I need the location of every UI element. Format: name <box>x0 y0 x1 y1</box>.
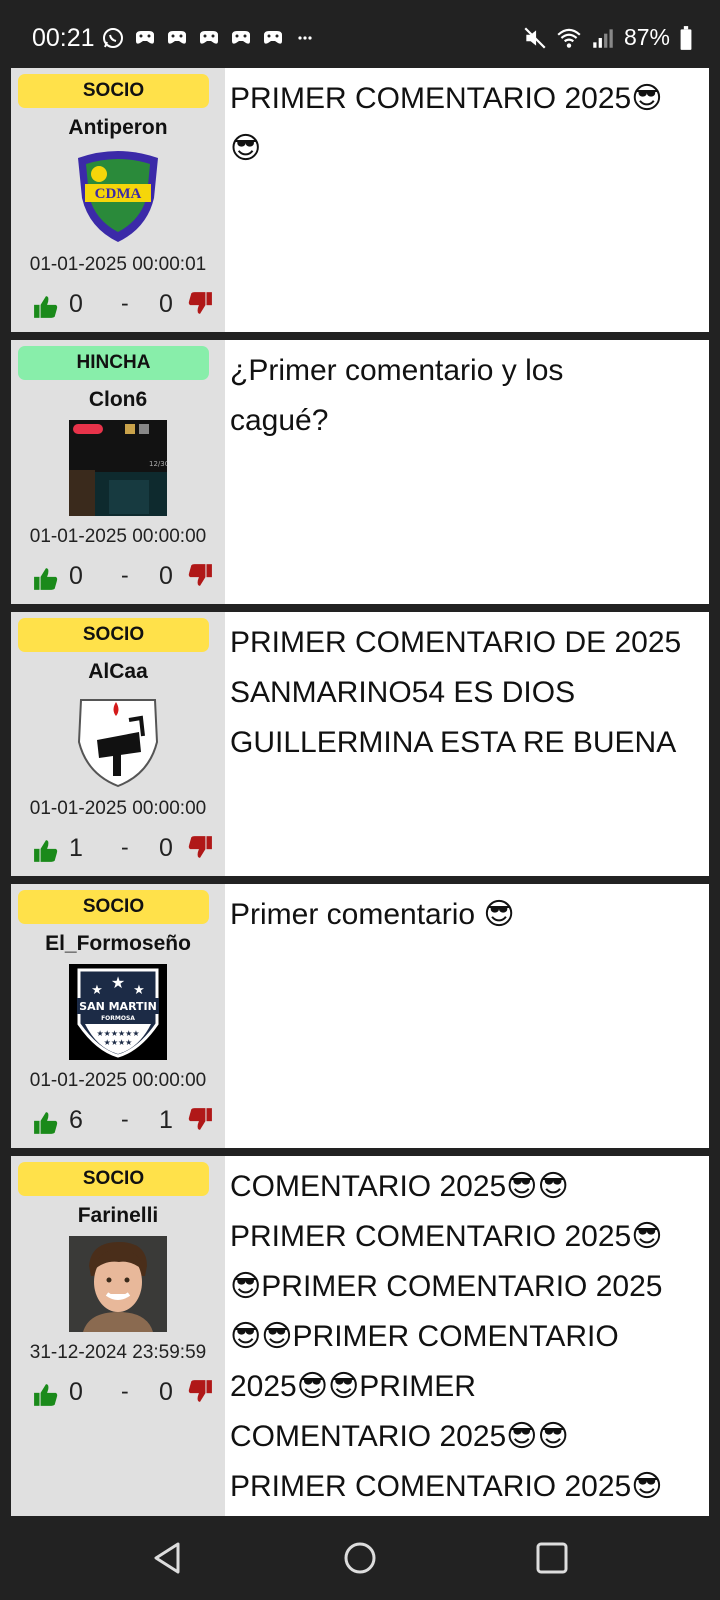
crest-subtext: FORMOSA <box>101 1015 135 1022</box>
vote-bar: 0 - 0 <box>11 286 225 322</box>
username[interactable]: El_Formoseño <box>11 932 225 956</box>
whatsapp-icon <box>100 26 126 50</box>
comment-date: 01-01-2025 00:00:01 <box>29 254 207 275</box>
likes-count: 6 <box>69 1106 83 1134</box>
signal-icon <box>590 25 616 51</box>
comment-date: 01-01-2025 00:00:00 <box>29 526 207 547</box>
vote-separator: - <box>121 834 129 860</box>
dislikes-count: 0 <box>159 1378 173 1406</box>
svg-text:★: ★ <box>133 983 145 998</box>
comment-author-panel: SOCIO Antiperon CDMA 01-01-2025 00:00:01… <box>11 68 225 332</box>
comment-date: 01-01-2025 00:00:00 <box>29 1070 207 1091</box>
mute-icon <box>522 25 548 51</box>
dislikes-count: 0 <box>159 290 173 318</box>
comment-author-panel: SOCIO El_Formoseño ★ ★ ★ SAN MARTIN FORM… <box>11 884 225 1148</box>
vote-bar: 1 - 0 <box>11 830 225 866</box>
thumbs-up-icon[interactable] <box>33 838 59 864</box>
member-badge: SOCIO <box>18 890 209 924</box>
username[interactable]: AlCaa <box>11 660 225 684</box>
battery-icon <box>678 25 694 51</box>
game-controller-icon <box>228 26 254 50</box>
vote-bar: 0 - 0 <box>11 1374 225 1410</box>
comment-date: 31-12-2024 23:59:59 <box>29 1342 207 1363</box>
more-notifications-icon <box>292 26 318 50</box>
username[interactable]: Antiperon <box>11 116 225 140</box>
vote-separator: - <box>121 1378 129 1404</box>
game-controller-icon <box>164 26 190 50</box>
comment-feed[interactable]: SOCIO Antiperon CDMA 01-01-2025 00:00:01… <box>0 68 720 1516</box>
game-controller-icon <box>260 26 286 50</box>
battery-percent: 87% <box>623 24 670 50</box>
comment-card: SOCIO AlCaa 01-01-2025 00:00:00 1 - 0 PR… <box>11 612 709 876</box>
back-icon[interactable] <box>148 1538 188 1578</box>
system-icons: 87% <box>522 24 694 51</box>
thumbs-down-icon[interactable] <box>187 1378 213 1404</box>
thumbs-down-icon[interactable] <box>187 834 213 860</box>
game-controller-icon <box>132 26 158 50</box>
dislikes-count: 0 <box>159 562 173 590</box>
thumbs-up-icon[interactable] <box>33 294 59 320</box>
comment-card: SOCIO Antiperon CDMA 01-01-2025 00:00:01… <box>11 68 709 332</box>
game-controller-icon <box>196 26 222 50</box>
comment-date: 01-01-2025 00:00:00 <box>29 798 207 819</box>
svg-text:CDMA: CDMA <box>95 186 142 202</box>
username[interactable]: Clon6 <box>11 388 225 412</box>
thumbs-down-icon[interactable] <box>187 1106 213 1132</box>
svg-text:★★★★★★: ★★★★★★ <box>96 1029 139 1038</box>
member-badge: HINCHA <box>18 346 209 380</box>
thumbs-up-icon[interactable] <box>33 566 59 592</box>
recents-icon[interactable] <box>532 1538 572 1578</box>
thumbs-down-icon[interactable] <box>187 290 213 316</box>
comment-card: HINCHA Clon6 12/30 01-01-2025 00:00:00 0… <box>11 340 709 604</box>
navigation-bar <box>0 1516 720 1600</box>
vote-bar: 0 - 0 <box>11 558 225 594</box>
vote-separator: - <box>121 290 129 316</box>
comment-text: PRIMER COMENTARIO 2025😎 😎 <box>230 82 663 165</box>
comment-author-panel: SOCIO AlCaa 01-01-2025 00:00:00 1 - 0 <box>11 612 225 876</box>
svg-text:12/30: 12/30 <box>149 460 167 468</box>
avatar[interactable]: 12/30 <box>69 420 169 516</box>
avatar[interactable] <box>69 692 167 788</box>
comment-text: COMENTARIO 2025😎😎 PRIMER COMENTARIO 2025… <box>230 1170 663 1503</box>
avatar[interactable] <box>69 1236 167 1332</box>
comment-text: Primer comentario 😎 <box>230 898 515 931</box>
svg-text:★★★★: ★★★★ <box>104 1038 133 1047</box>
member-badge: SOCIO <box>18 1162 209 1196</box>
status-bar: 00:21 87% <box>0 0 720 68</box>
svg-text:★: ★ <box>91 983 103 998</box>
member-badge: SOCIO <box>18 74 209 108</box>
thumbs-up-icon[interactable] <box>33 1382 59 1408</box>
member-badge: SOCIO <box>18 618 209 652</box>
comment-author-panel: HINCHA Clon6 12/30 01-01-2025 00:00:00 0… <box>11 340 225 604</box>
comment-card: SOCIO El_Formoseño ★ ★ ★ SAN MARTIN FORM… <box>11 884 709 1148</box>
crest-text: SAN MARTIN <box>79 1000 157 1013</box>
likes-count: 0 <box>69 1378 83 1406</box>
likes-count: 1 <box>69 834 83 862</box>
vote-separator: - <box>121 1106 129 1132</box>
thumbs-up-icon[interactable] <box>33 1110 59 1136</box>
dislikes-count: 1 <box>159 1106 173 1134</box>
wifi-icon <box>556 25 582 51</box>
comment-text: PRIMER COMENTARIO DE 2025 SANMARINO54 ES… <box>230 626 682 759</box>
vote-separator: - <box>121 562 129 588</box>
comment-text: ¿Primer comentario y los cagué? <box>230 354 564 437</box>
comment-card: SOCIO Farinelli 31-12-2024 23:59:59 0 - … <box>11 1156 709 1516</box>
thumbs-down-icon[interactable] <box>187 562 213 588</box>
svg-text:★: ★ <box>111 973 125 992</box>
comment-author-panel: SOCIO Farinelli 31-12-2024 23:59:59 0 - … <box>11 1156 225 1516</box>
vote-bar: 6 - 1 <box>11 1102 225 1138</box>
notification-icons <box>100 26 318 50</box>
avatar[interactable]: ★ ★ ★ SAN MARTIN FORMOSA ★★★★★★ ★★★★ <box>69 964 167 1060</box>
username[interactable]: Farinelli <box>11 1204 225 1228</box>
home-icon[interactable] <box>340 1538 380 1578</box>
avatar[interactable]: CDMA <box>69 148 167 244</box>
likes-count: 0 <box>69 562 83 590</box>
status-time: 00:21 <box>32 24 95 52</box>
dislikes-count: 0 <box>159 834 173 862</box>
likes-count: 0 <box>69 290 83 318</box>
